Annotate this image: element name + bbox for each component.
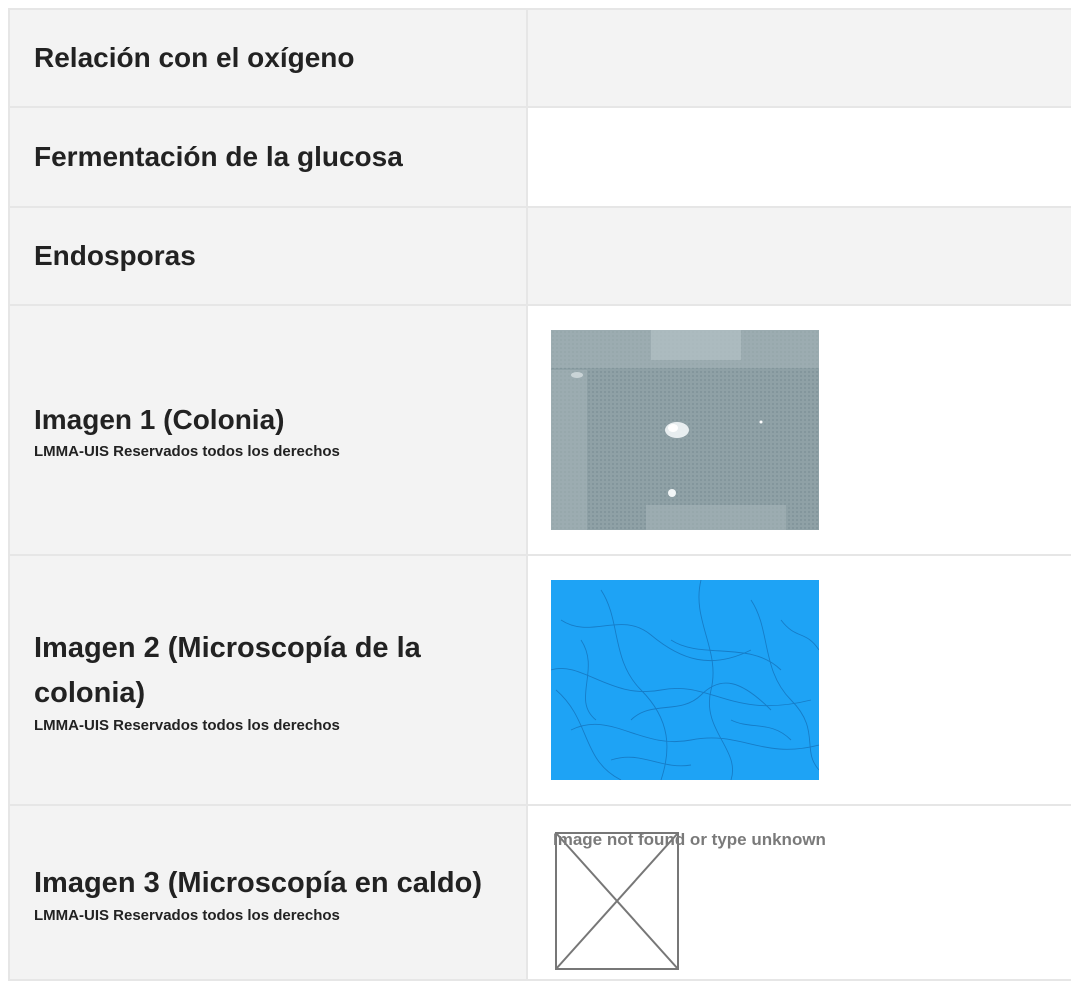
table-row: Relación con el oxígeno [10, 10, 1071, 108]
image-alt-text: Image not found or type unknown [553, 830, 826, 849]
row-value-cell [528, 556, 1071, 804]
image-1-label: Imagen 1 (Colonia) [34, 404, 285, 436]
row-value-cell [528, 10, 1071, 106]
image-3-label: Imagen 3 (Microscopía en caldo) [34, 866, 482, 899]
glucose-fermentation-label: Fermentación de la glucosa [34, 140, 403, 172]
row-label-cell: Fermentación de la glucosa [10, 108, 528, 206]
row-label-cell: Relación con el oxígeno [10, 10, 528, 106]
endospores-label: Endosporas [34, 239, 196, 271]
copyright-notice: LMMA-UIS Reservados todos los derechos [34, 717, 340, 735]
row-label-cell: Imagen 1 (Colonia) LMMA-UIS Reservados t… [10, 306, 528, 554]
image-2-label: Imagen 2 (Microscopía de la colonia) [34, 631, 421, 709]
row-label-cell: Imagen 3 (Microscopía en caldo) LMMA-UIS… [10, 806, 528, 979]
oxygen-relation-label: Relación con el oxígeno [34, 41, 355, 73]
row-value-cell: Image not found or type unknown [528, 806, 1071, 979]
row-value-cell [528, 306, 1071, 554]
table-row: Endosporas [10, 208, 1071, 306]
table-row: Imagen 3 (Microscopía en caldo) LMMA-UIS… [10, 806, 1071, 981]
microscopy-photo [551, 580, 819, 780]
row-value-cell [528, 208, 1071, 304]
table-row: Imagen 2 (Microscopía de la colonia) LMM… [10, 556, 1071, 806]
copyright-notice: LMMA-UIS Reservados todos los derechos [34, 442, 340, 460]
broken-image-icon [555, 832, 679, 970]
colony-photo [551, 330, 819, 530]
table-row: Fermentación de la glucosa [10, 108, 1071, 208]
row-label-cell: Endosporas [10, 208, 528, 304]
copyright-notice: LMMA-UIS Reservados todos los derechos [34, 907, 340, 925]
row-label-cell: Imagen 2 (Microscopía de la colonia) LMM… [10, 556, 528, 804]
row-value-cell [528, 108, 1071, 206]
table-row: Imagen 1 (Colonia) LMMA-UIS Reservados t… [10, 306, 1071, 556]
organism-characteristics-table: Relación con el oxígeno Fermentación de … [8, 8, 1071, 981]
